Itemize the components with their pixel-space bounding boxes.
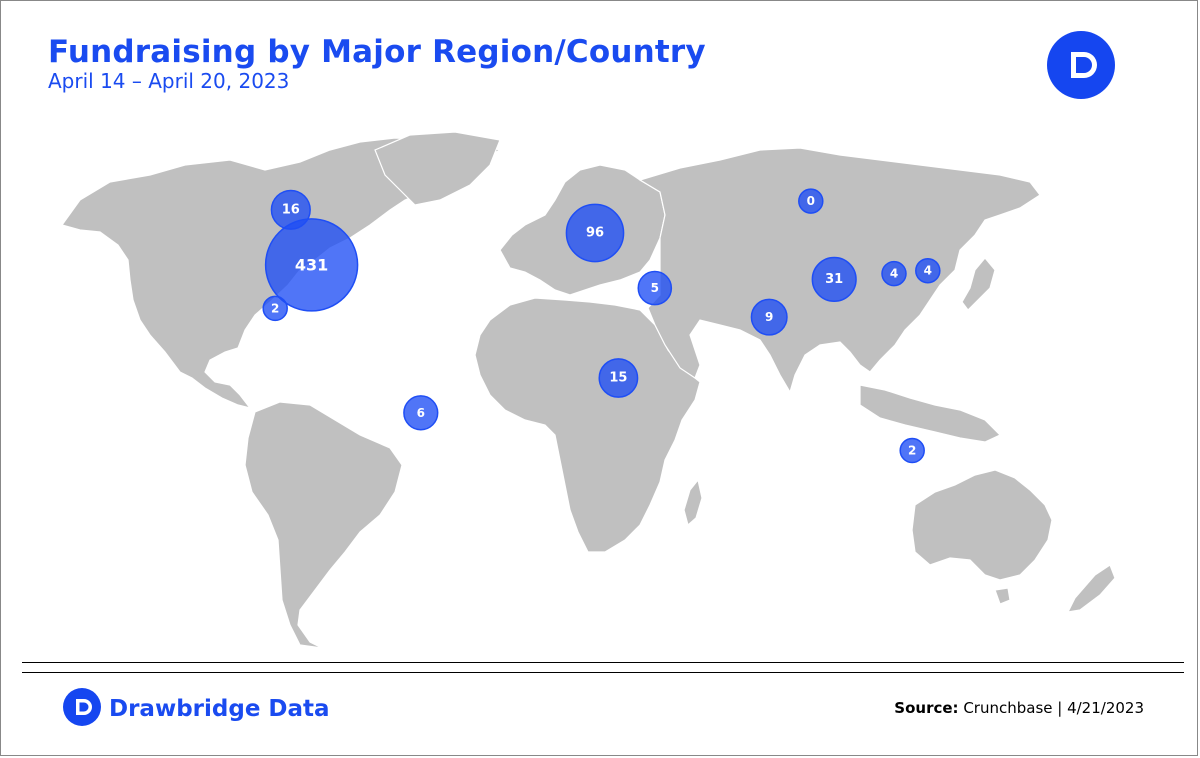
bubble-value-label: 0 <box>807 194 815 208</box>
page-title: Fundraising by Major Region/Country <box>48 34 706 70</box>
bubble-4: 96 <box>565 203 625 263</box>
landmass-south-america <box>244 401 403 649</box>
drawbridge-logo-icon <box>63 688 101 726</box>
landmass-madagascar <box>683 478 703 527</box>
bubble-value-label: 2 <box>271 301 279 315</box>
bubble-value-label: 2 <box>908 444 916 458</box>
landmass-australia <box>911 469 1053 581</box>
bubble-value-label: 431 <box>295 255 328 274</box>
bubble-value-label: 9 <box>765 310 773 324</box>
date-range-subtitle: April 14 – April 20, 2023 <box>48 69 290 93</box>
brand-name: Drawbridge Data <box>109 696 330 722</box>
bubble-value-label: 31 <box>825 272 843 287</box>
source-text: Crunchbase | 4/21/2023 <box>963 699 1144 717</box>
bubble-1: 16 <box>270 189 311 230</box>
landmass-tasmania <box>994 587 1011 605</box>
bubble-value-label: 4 <box>890 267 898 281</box>
source-note: Source: Crunchbase | 4/21/2023 <box>894 699 1144 717</box>
bubble-11: 4 <box>915 257 941 284</box>
landmass-indonesia <box>859 384 1002 443</box>
bubble-2: 2 <box>262 295 288 322</box>
bubble-value-label: 15 <box>609 371 627 386</box>
bubble-10: 4 <box>881 260 907 287</box>
landmass-new-zealand <box>1066 564 1116 613</box>
bubble-value-label: 5 <box>651 281 659 295</box>
footer-divider-bottom <box>22 672 1184 673</box>
bubble-value-label: 96 <box>586 226 604 241</box>
bubble-8: 9 <box>750 298 788 336</box>
bubble-6: 15 <box>598 358 639 398</box>
bubble-12: 2 <box>899 437 925 464</box>
footer-divider-top <box>22 662 1184 663</box>
bubble-5: 5 <box>637 270 673 306</box>
bubble-3: 6 <box>403 395 439 431</box>
bubble-value-label: 4 <box>924 264 932 278</box>
bubble-7: 0 <box>798 188 824 214</box>
bubble-9: 31 <box>811 256 857 303</box>
world-map-svg: 431 16 2 6 96 5 15 0 9 31 4 4 2 <box>61 131 1116 649</box>
world-map: 431 16 2 6 96 5 15 0 9 31 4 4 2 <box>0 120 1200 655</box>
drawbridge-logo-icon <box>1047 31 1115 99</box>
landmass-japan <box>961 257 996 311</box>
bubble-value-label: 6 <box>417 406 425 420</box>
bubble-value-label: 16 <box>282 202 300 217</box>
source-label: Source: <box>894 699 959 717</box>
